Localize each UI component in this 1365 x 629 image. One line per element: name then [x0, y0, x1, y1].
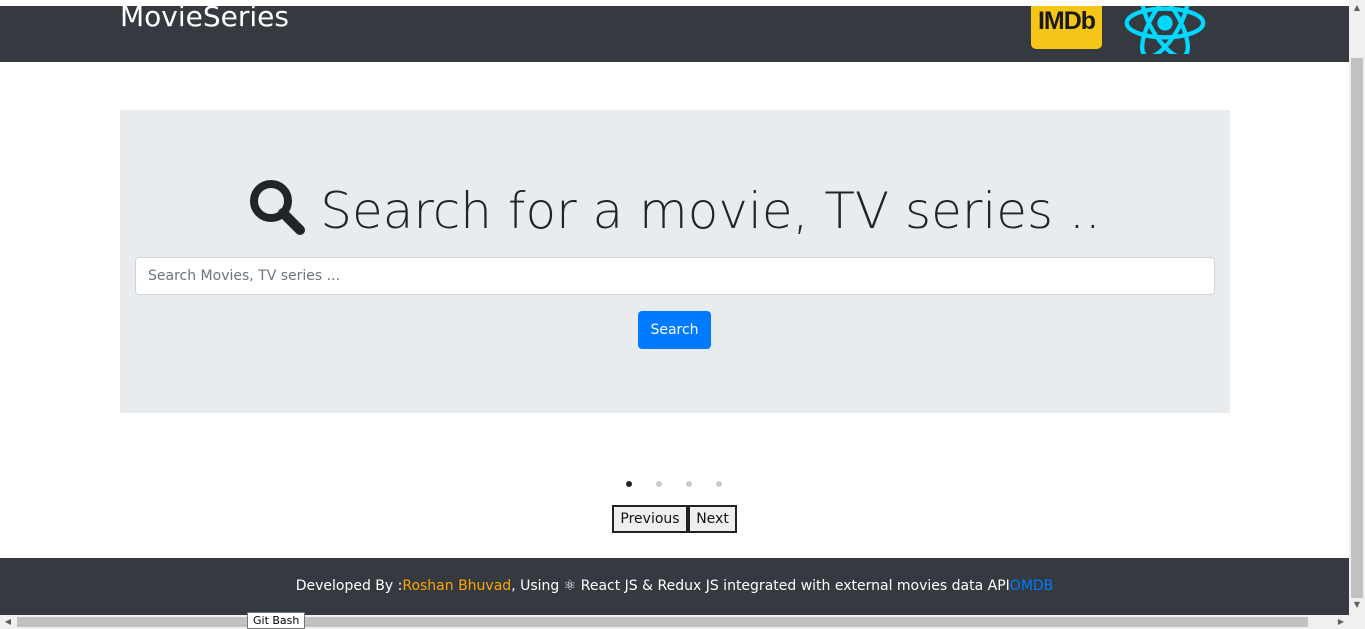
carousel-dot-3[interactable] [686, 481, 692, 487]
carousel-dot-4[interactable] [716, 481, 722, 487]
scrollbar-corner [1349, 615, 1365, 629]
git-bash-tooltip: Git Bash [247, 612, 306, 629]
search-input[interactable] [135, 257, 1215, 295]
horizontal-scrollbar[interactable]: ◀ ▶ [0, 615, 1349, 629]
imdb-logo[interactable]: IMDb [1031, 6, 1102, 49]
scroll-left-arrow-icon[interactable]: ◀ [0, 615, 16, 629]
react-atom-icon[interactable] [1122, 6, 1208, 54]
previous-button[interactable]: Previous [612, 505, 688, 533]
omdb-link[interactable]: OMDB [1010, 578, 1053, 594]
scroll-up-arrow-icon[interactable]: ▲ [1349, 0, 1365, 16]
vertical-scroll-thumb[interactable] [1351, 58, 1363, 598]
search-heading-text: Search for a movie, TV series .. [320, 182, 1101, 240]
scroll-down-arrow-icon[interactable]: ▼ [1349, 597, 1365, 613]
footer-description: React JS & Redux JS integrated with exte… [576, 578, 1010, 594]
carousel-dot-2[interactable] [656, 481, 662, 487]
footer-prefix: Developed By : [295, 578, 403, 594]
react-icon: ⚛ [563, 578, 577, 594]
footer-using: , Using [511, 578, 564, 594]
navbar: MovieSeries IMDb [0, 6, 1349, 62]
scroll-right-arrow-icon[interactable]: ▶ [1333, 615, 1349, 629]
next-button[interactable]: Next [688, 505, 737, 533]
footer-credits: Developed By :Roshan Bhuvad, Using ⚛ Rea… [0, 576, 1349, 596]
search-heading: Search for a movie, TV series .. [0, 176, 1349, 246]
brand-link[interactable]: MovieSeries [120, 6, 289, 40]
browser-viewport: MovieSeries IMDb Search for a movie, TV … [0, 0, 1365, 629]
carousel-dot-1[interactable] [626, 481, 632, 487]
horizontal-scroll-thumb[interactable] [17, 617, 1308, 627]
search-icon [250, 180, 306, 235]
footer: Developed By :Roshan Bhuvad, Using ⚛ Rea… [0, 558, 1349, 615]
author-link[interactable]: Roshan Bhuvad [402, 578, 511, 594]
search-button[interactable]: Search [638, 311, 711, 349]
vertical-scrollbar[interactable]: ▲ ▼ [1349, 0, 1365, 615]
